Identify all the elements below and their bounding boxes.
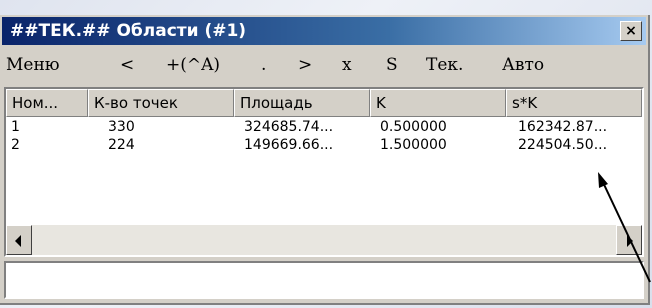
table-row[interactable]: 1 330 324685.74... 0.500000 162342.87...	[6, 118, 642, 136]
scroll-left-button[interactable]	[6, 225, 32, 255]
cell-number: 2	[11, 137, 20, 153]
status-field[interactable]	[4, 261, 644, 299]
column-header-point-count[interactable]: К-во точек	[88, 89, 234, 117]
menu-item-auto[interactable]: Авто	[502, 51, 544, 79]
menu-item-dot[interactable]: .	[261, 51, 266, 79]
menu-item-current[interactable]: Тек.	[426, 51, 463, 79]
cell-area: 149669.66...	[244, 137, 334, 153]
menu-item-add[interactable]: +(^A)	[166, 51, 220, 79]
horizontal-scrollbar[interactable]	[6, 225, 642, 255]
cell-point-count: 330	[108, 119, 135, 135]
cell-point-count: 224	[108, 137, 135, 153]
menu-bar: Меню < +(^A) . > x S Тек. Авто	[6, 51, 646, 79]
title-bar[interactable]: ##ТЕК.## Области (#1) ×	[2, 17, 646, 45]
column-header-s-times-k[interactable]: s*K	[506, 89, 642, 117]
table-row[interactable]: 2 224 149669.66... 1.500000 224504.50...	[6, 136, 642, 154]
column-header-area[interactable]: Площадь	[234, 89, 370, 117]
menu-item-next[interactable]: >	[298, 51, 312, 79]
areas-list[interactable]: Ном... К-во точек Площадь K s*K 1 330 32…	[4, 87, 644, 257]
close-icon[interactable]: ×	[620, 21, 642, 41]
menu-item-prev[interactable]: <	[120, 51, 134, 79]
menu-item-menu[interactable]: Меню	[6, 51, 60, 79]
column-header-number[interactable]: Ном...	[6, 89, 88, 117]
menu-item-x[interactable]: x	[342, 51, 352, 79]
areas-window: ##ТЕК.## Области (#1) × Меню < +(^A) . >…	[0, 15, 650, 305]
cell-number: 1	[11, 119, 20, 135]
column-header-k[interactable]: K	[370, 89, 506, 117]
cell-k: 1.500000	[380, 137, 447, 153]
scroll-left-arrow-icon	[15, 235, 21, 247]
scroll-right-button[interactable]	[616, 225, 642, 255]
cell-s-times-k: 224504.50...	[518, 137, 608, 153]
cell-k: 0.500000	[380, 119, 447, 135]
cell-area: 324685.74...	[244, 119, 334, 135]
scroll-right-arrow-icon	[627, 235, 633, 247]
window-title: ##ТЕК.## Области (#1)	[10, 21, 247, 41]
table-header: Ном... К-во точек Площадь K s*K	[6, 89, 642, 117]
cell-s-times-k: 162342.87...	[518, 119, 608, 135]
menu-item-s[interactable]: S	[386, 51, 398, 79]
